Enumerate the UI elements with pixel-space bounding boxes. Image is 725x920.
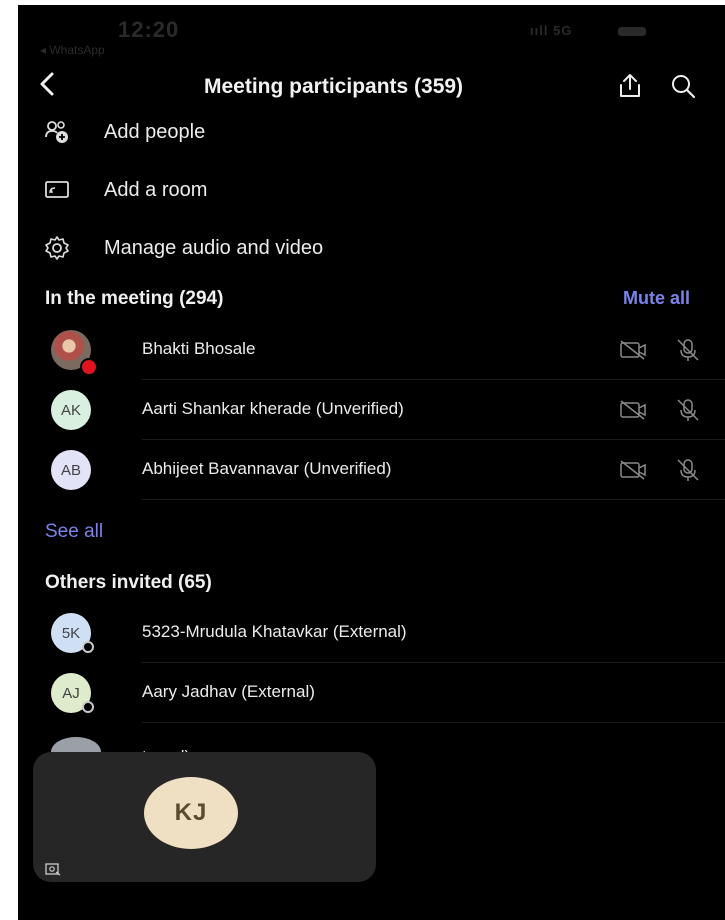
camera-off-icon[interactable] [618, 398, 648, 422]
presence-status-icon [82, 641, 94, 653]
add-people-button[interactable]: Add people [18, 107, 725, 157]
search-button[interactable] [668, 71, 698, 101]
row-divider [142, 499, 725, 500]
manage-audio-video-label: Manage audio and video [104, 237, 324, 259]
participant-name: Bhakti Bhosale [142, 339, 256, 358]
mic-off-icon[interactable] [674, 456, 702, 484]
battery-icon [618, 27, 646, 36]
search-icon [672, 75, 696, 99]
gear-icon [45, 236, 69, 260]
invited-row[interactable]: 5K 5323-Mrudula Khatavkar (External) [18, 603, 725, 663]
back-to-app-link[interactable]: ◂ WhatsApp [40, 43, 105, 57]
avatar: AK [51, 390, 91, 430]
participant-row[interactable]: AB Abhijeet Bavannavar (Unverified) [18, 440, 725, 500]
row-divider [142, 722, 725, 723]
camera-off-icon[interactable] [618, 338, 648, 362]
share-button[interactable] [615, 71, 645, 101]
signal-indicator: ııll 5G [530, 23, 572, 38]
manage-audio-video-button[interactable]: Manage audio and video [18, 223, 725, 273]
participant-name: Aarti Shankar kherade (Unverified) [142, 399, 404, 418]
participant-row[interactable]: Bhakti Bhosale [18, 320, 725, 380]
in-meeting-heading: In the meeting (294) [45, 288, 224, 309]
chevron-left-icon [40, 72, 54, 96]
header: Meeting participants (359) [18, 57, 725, 113]
avatar: AB [51, 450, 91, 490]
add-room-button[interactable]: Add a room [18, 165, 725, 215]
add-people-icon [45, 121, 68, 143]
participant-name: Abhijeet Bavannavar (Unverified) [142, 459, 392, 478]
signal-bars: ııll [530, 23, 549, 38]
back-button[interactable] [34, 69, 62, 99]
camera-switch-icon[interactable] [45, 862, 61, 876]
invited-name: 5323-Mrudula Khatavkar (External) [142, 622, 407, 641]
others-invited-heading: Others invited (65) [45, 572, 212, 593]
mute-all-button[interactable]: Mute all [623, 288, 690, 309]
status-time: 12:20 [118, 17, 180, 42]
recording-indicator [80, 358, 98, 376]
invited-row[interactable]: AJ Aary Jadhav (External) [18, 663, 725, 723]
status-bar: 12:20 ◂ WhatsApp ııll 5G [18, 5, 725, 57]
add-room-label: Add a room [104, 179, 208, 201]
self-avatar: KJ [144, 777, 238, 849]
share-icon [620, 74, 640, 97]
mic-off-icon[interactable] [674, 396, 702, 424]
network-label: 5G [553, 23, 573, 38]
teams-screen: 12:20 ◂ WhatsApp ııll 5G Meeting partici… [18, 5, 725, 920]
add-people-label: Add people [104, 121, 206, 143]
participant-row[interactable]: AK Aarti Shankar kherade (Unverified) [18, 380, 725, 440]
floating-video-window[interactable]: KJ [33, 752, 376, 882]
page-title: Meeting participants (359) [204, 75, 464, 98]
presence-status-icon [82, 701, 94, 713]
mic-off-icon[interactable] [674, 336, 702, 364]
camera-off-icon[interactable] [618, 458, 648, 482]
room-icon [45, 181, 69, 198]
invited-name: Aary Jadhav (External) [142, 682, 315, 701]
see-all-link[interactable]: See all [45, 521, 103, 543]
